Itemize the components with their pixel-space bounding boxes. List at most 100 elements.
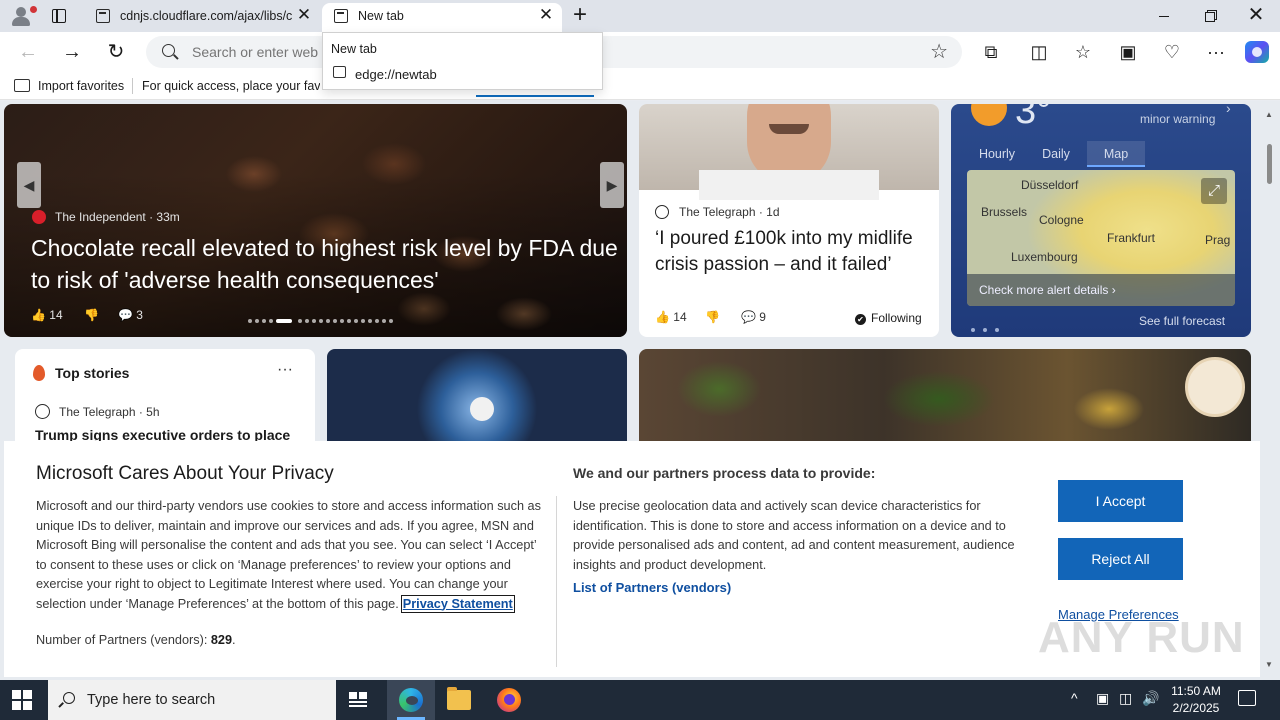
- telegraph-logo-icon: [655, 205, 669, 219]
- dislike-icon[interactable]: 👎: [705, 310, 720, 324]
- comments-button[interactable]: 💬 3: [118, 308, 143, 322]
- tab-cdnjs[interactable]: cdnjs.cloudflare.com/ajax/libs/crypto-js…: [84, 3, 320, 32]
- article-source: The Telegraph · 5h: [59, 405, 160, 419]
- anyrun-watermark: ANY RUN: [1038, 613, 1245, 662]
- close-tab-icon[interactable]: ✕: [296, 6, 312, 23]
- article-card[interactable]: [639, 349, 1251, 449]
- collections-icon[interactable]: ▣: [1114, 38, 1142, 66]
- following-button[interactable]: Following: [855, 311, 922, 325]
- expand-icon[interactable]: ⤢: [1201, 178, 1227, 204]
- comments-button[interactable]: 💬 9: [741, 310, 766, 324]
- map-label: Luxembourg: [1011, 250, 1078, 264]
- edge-taskbar-icon[interactable]: [387, 680, 435, 720]
- scroll-up-icon[interactable]: ▲: [1265, 110, 1273, 119]
- chevron-up-icon[interactable]: ^: [1071, 690, 1078, 706]
- tooltip-url: edge://newtab: [355, 67, 437, 82]
- weather-tab-map[interactable]: Map: [1087, 141, 1145, 167]
- taskbar-search[interactable]: Type here to search: [48, 680, 336, 720]
- vendors-link[interactable]: List of Partners (vendors): [573, 580, 731, 595]
- divider: [132, 78, 133, 94]
- more-options-icon[interactable]: ···: [277, 361, 293, 379]
- article-card[interactable]: [327, 349, 627, 449]
- browser-essentials-icon[interactable]: ♡: [1158, 38, 1186, 66]
- hero-carousel[interactable]: ◀ ▶ The Independent · 33m Chocolate reca…: [4, 104, 627, 337]
- carousel-dots[interactable]: [248, 317, 400, 325]
- like-button[interactable]: 👍 14: [655, 310, 687, 324]
- notifications-icon[interactable]: [1238, 690, 1256, 706]
- favorite-star-icon[interactable]: ☆: [930, 39, 948, 65]
- restore-button[interactable]: [1196, 4, 1224, 28]
- top-stories-card[interactable]: Top stories ··· The Telegraph · 5h Trump…: [15, 349, 315, 449]
- close-tab-icon[interactable]: ✕: [538, 6, 554, 23]
- weather-map[interactable]: Düsseldorf Brussels Cologne Frankfurt Pr…: [967, 170, 1235, 306]
- fire-icon: [33, 365, 45, 381]
- alert-details-link[interactable]: Check more alert details ›: [967, 274, 1235, 306]
- weather-tab-hourly[interactable]: Hourly: [967, 141, 1027, 167]
- system-tray-icon[interactable]: ▣: [1096, 690, 1109, 707]
- map-label: Cologne: [1039, 213, 1084, 227]
- back-icon[interactable]: ←: [14, 38, 42, 66]
- page-icon: [96, 9, 110, 23]
- search-icon: [63, 692, 75, 704]
- volume-icon[interactable]: 🔊: [1142, 690, 1159, 707]
- split-screen-icon[interactable]: ◫: [1025, 38, 1053, 66]
- reject-all-button[interactable]: Reject All: [1058, 538, 1183, 580]
- tab-new-tab[interactable]: New tab ✕: [322, 3, 562, 32]
- clock[interactable]: 11:50 AM 2/2/2025: [1164, 683, 1228, 717]
- weather-tab-daily[interactable]: Daily: [1027, 141, 1085, 167]
- page-scrollbar[interactable]: ▲ ▼: [1262, 104, 1276, 674]
- extensions-icon[interactable]: ⧉: [977, 38, 1005, 66]
- privacy-body: Microsoft and our third-party vendors us…: [36, 499, 541, 613]
- new-tab-button[interactable]: +: [568, 3, 592, 28]
- search-icon: [162, 44, 175, 57]
- article-headline[interactable]: Chocolate recall elevated to highest ris…: [31, 232, 621, 296]
- time: 11:50 AM: [1171, 684, 1221, 698]
- chevron-right-icon[interactable]: ›: [1226, 104, 1231, 116]
- import-icon: [14, 79, 30, 92]
- accept-button[interactable]: I Accept: [1058, 480, 1183, 522]
- browser-window: cdnjs.cloudflare.com/ajax/libs/crypto-js…: [0, 0, 1280, 720]
- firefox-icon[interactable]: [497, 688, 521, 712]
- copilot-icon[interactable]: [1245, 41, 1269, 63]
- article-card[interactable]: The Telegraph · 1d ‘I poured £100k into …: [639, 104, 939, 337]
- file-explorer-icon[interactable]: [447, 687, 471, 710]
- network-icon[interactable]: ◫: [1119, 690, 1132, 707]
- tab-actions-icon[interactable]: [48, 6, 70, 26]
- task-view-icon[interactable]: [349, 690, 369, 710]
- full-forecast-link[interactable]: See full forecast: [1139, 314, 1225, 328]
- tooltip-title: New tab: [331, 42, 377, 56]
- top-stories-title: Top stories: [55, 365, 130, 381]
- import-favorites-link[interactable]: Import favorites: [38, 79, 124, 93]
- dislike-icon[interactable]: 👎: [84, 308, 99, 322]
- favorites-hint-link[interactable]: [476, 95, 594, 97]
- forward-icon[interactable]: →: [58, 38, 86, 66]
- article-headline[interactable]: ‘I poured £100k into my midlife crisis p…: [655, 226, 930, 278]
- tab-title: New tab: [358, 9, 404, 23]
- map-label: Düsseldorf: [1021, 178, 1079, 192]
- refresh-icon[interactable]: ↻: [102, 38, 130, 66]
- profile-icon[interactable]: [8, 4, 37, 28]
- weather-carousel-dots[interactable]: [971, 319, 1007, 337]
- favorites-icon[interactable]: ☆: [1069, 38, 1097, 66]
- page-icon: [334, 9, 348, 23]
- favorites-bar: Import favorites For quick access, place…: [0, 72, 1280, 100]
- close-window-button[interactable]: ✕: [1242, 4, 1270, 28]
- carousel-prev-button[interactable]: ◀: [17, 162, 41, 208]
- date: 2/2/2025: [1172, 701, 1220, 715]
- taskbar-search-placeholder: Type here to search: [87, 692, 216, 708]
- settings-more-icon[interactable]: ···: [1202, 38, 1230, 66]
- carousel-next-button[interactable]: ▶: [600, 162, 624, 208]
- data-processing-heading: We and our partners process data to prov…: [573, 465, 876, 481]
- sun-icon: [971, 104, 1007, 126]
- weather-warning[interactable]: minor warning: [1140, 112, 1215, 126]
- partners-count: Number of Partners (vendors): 829.: [36, 633, 236, 647]
- windows-start-icon[interactable]: [12, 690, 32, 710]
- scrollbar-thumb[interactable]: [1267, 144, 1272, 184]
- like-button[interactable]: 👍 14: [31, 308, 63, 322]
- scroll-down-icon[interactable]: ▼: [1265, 660, 1273, 669]
- tab-hover-card: New tab edge://newtab: [322, 32, 603, 90]
- privacy-statement-link[interactable]: Privacy Statement: [400, 594, 515, 613]
- weather-card[interactable]: 3° minor warning › Hourly Daily Map Düss…: [951, 104, 1251, 337]
- minimize-button[interactable]: [1150, 4, 1178, 28]
- telegraph-logo-icon: [35, 404, 50, 419]
